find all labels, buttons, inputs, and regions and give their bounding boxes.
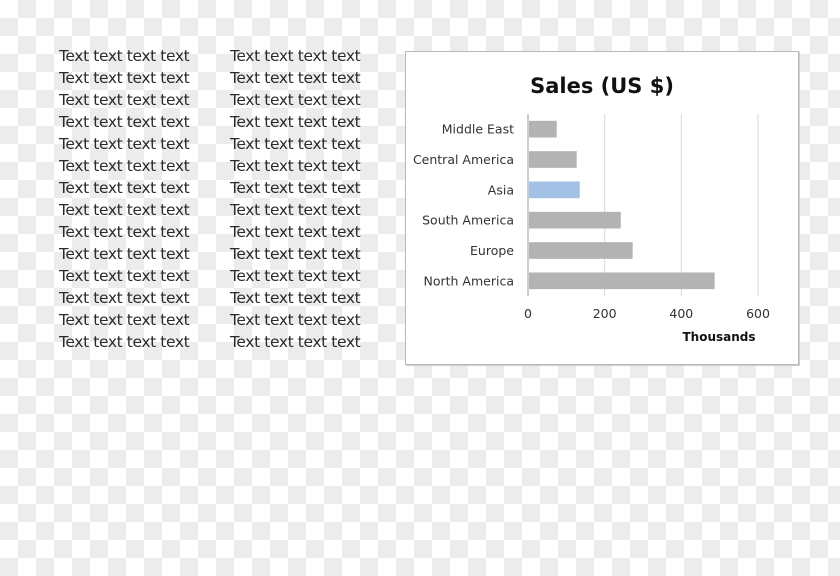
- text-line: Text text text text: [230, 201, 361, 219]
- bar-europe: [529, 242, 633, 259]
- x-tick-label: 400: [669, 306, 693, 321]
- text-column-left: Text text text text Text text text text Te…: [59, 45, 190, 353]
- text-line: Text text text text: [59, 245, 190, 263]
- text-line: Text text text text: [59, 333, 190, 351]
- text-line: Text text text text: [59, 91, 190, 109]
- text-line: Text text text text: [59, 69, 190, 87]
- category-label: Europe: [470, 243, 514, 258]
- text-line: Text text text text: [59, 223, 190, 241]
- bar-chart: Sales (US $) North America Europe South Am…: [413, 74, 770, 344]
- bar-central-america: [529, 151, 577, 168]
- text-line: Text text text text: [59, 289, 190, 307]
- text-line: Text text text text: [230, 267, 361, 285]
- text-line: Text text text text: [230, 135, 361, 153]
- text-line: Text text text text: [230, 157, 361, 175]
- text-line: Text text text text: [59, 311, 190, 329]
- bar-middle-east: [529, 120, 557, 138]
- text-line: Text text text text: [59, 113, 190, 131]
- text-line: Text text text text: [230, 113, 361, 131]
- text-line: Text text text text: [59, 201, 190, 219]
- chart-container: Sales (US $) North America Europe South Am…: [405, 51, 799, 365]
- bars: [529, 120, 715, 290]
- gridlines: [527, 114, 759, 296]
- category-label: South America: [422, 213, 514, 228]
- bar-south-america: [529, 211, 621, 229]
- text-line: Text text text text: [230, 289, 361, 307]
- text-line: Text text text text: [59, 157, 190, 175]
- x-tick-labels: 0 200 400 600: [524, 306, 770, 321]
- category-label: Asia: [488, 182, 514, 197]
- text-line: Text text text text: [230, 223, 361, 241]
- x-axis-title: Thousands: [682, 330, 755, 344]
- chart-title: Sales (US $): [530, 74, 674, 98]
- category-label: Middle East: [442, 122, 514, 137]
- text-line: Text text text text: [230, 47, 361, 65]
- x-tick-label: 600: [746, 306, 770, 321]
- category-labels: North America Europe South America Asia Cent…: [413, 122, 514, 289]
- bar-north-america: [529, 272, 715, 290]
- text-column-right: Text text text text Text text text text Te…: [230, 45, 361, 353]
- category-label: North America: [424, 273, 515, 288]
- x-tick-label: 0: [524, 306, 532, 321]
- text-line: Text text text text: [230, 91, 361, 109]
- text-line: Text text text text: [230, 69, 361, 87]
- text-line: Text text text text: [230, 311, 361, 329]
- text-line: Text text text text: [230, 245, 361, 263]
- text-line: Text text text text: [59, 267, 190, 285]
- text-line: Text text text text: [230, 333, 361, 351]
- x-tick-label: 200: [593, 306, 617, 321]
- bar-asia: [529, 181, 580, 199]
- text-line: Text text text text: [59, 47, 190, 65]
- category-label: Central America: [413, 152, 514, 167]
- text-line: Text text text text: [59, 179, 190, 197]
- text-line: Text text text text: [59, 135, 190, 153]
- text-line: Text text text text: [230, 179, 361, 197]
